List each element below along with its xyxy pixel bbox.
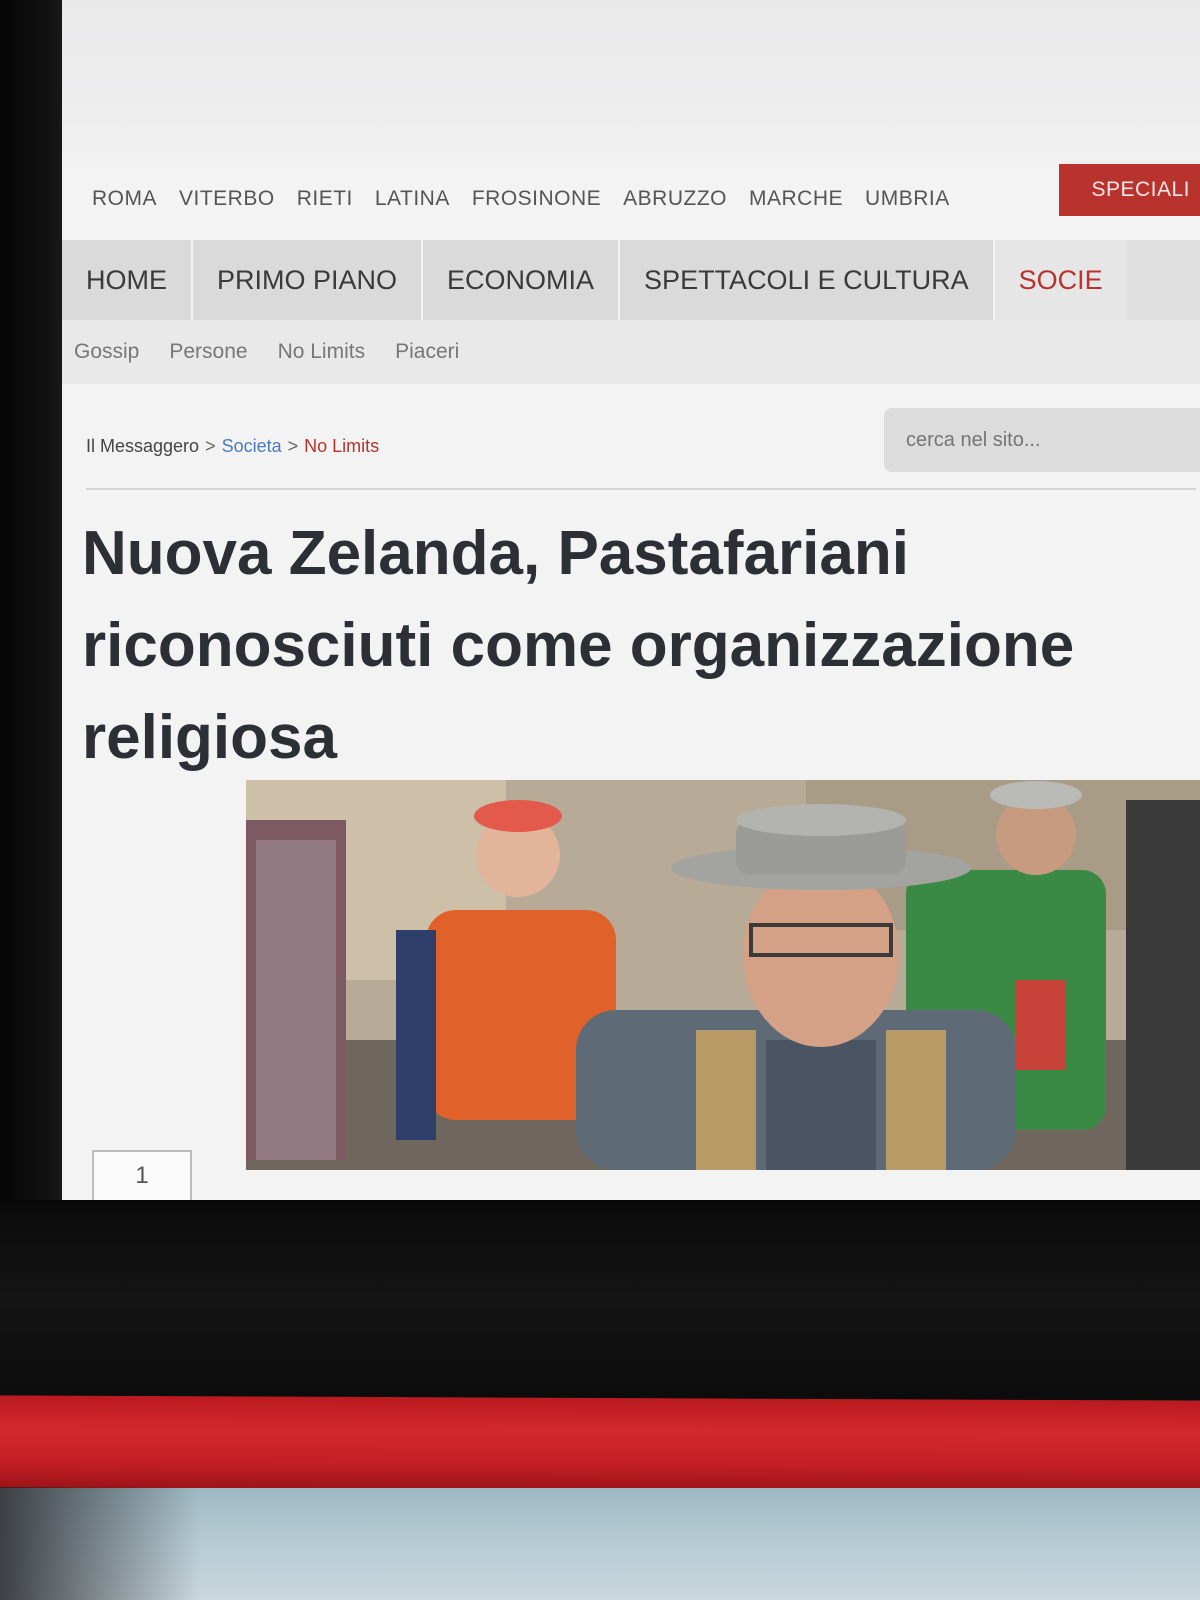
region-link-viterbo[interactable]: VITERBO [179,187,275,211]
subnav-piaceri[interactable]: Piaceri [395,340,459,364]
breadcrumb-separator: > [287,436,299,456]
region-link-roma[interactable]: ROMA [92,187,157,211]
subnav-gossip[interactable]: Gossip [74,340,139,364]
browser-viewport: ROMA VITERBO RIETI LATINA FROSINONE ABRU… [62,0,1200,1205]
divider [86,488,1196,490]
main-nav: HOME PRIMO PIANO ECONOMIA SPETTACOLI E C… [62,240,1200,320]
region-link-marche[interactable]: MARCHE [749,187,843,211]
article-photo[interactable] [246,780,1200,1170]
region-link-umbria[interactable]: UMBRIA [865,187,950,211]
breadcrumb-current[interactable]: No Limits [304,436,379,456]
speciali-button[interactable]: SPECIALI [1059,164,1200,216]
search-input[interactable] [884,408,1200,472]
subnav-persone[interactable]: Persone [169,340,247,364]
breadcrumb-section[interactable]: Societa [222,436,282,456]
breadcrumb-separator: > [205,436,216,456]
subnav-no-limits[interactable]: No Limits [278,340,366,364]
device-bezel-bottom [0,1200,1200,1400]
nav-societa[interactable]: SOCIE [994,240,1127,320]
page-top-blank [62,0,1200,165]
nav-primo-piano[interactable]: PRIMO PIANO [193,240,424,320]
region-link-abruzzo[interactable]: ABRUZZO [623,187,727,211]
device-red-frame [0,1395,1200,1493]
region-link-rieti[interactable]: RIETI [297,187,353,211]
nav-spettacoli-cultura[interactable]: SPETTACOLI E CULTURA [620,240,995,320]
gallery-page-indicator[interactable]: 1 [92,1150,192,1202]
region-link-frosinone[interactable]: FROSINONE [472,187,601,211]
nav-home[interactable]: HOME [62,240,193,320]
region-link-latina[interactable]: LATINA [375,187,450,211]
article-headline: Nuova Zelanda, Pastafariani riconosciuti… [82,519,1075,772]
desk-shadow [0,1488,200,1600]
region-nav: ROMA VITERBO RIETI LATINA FROSINONE ABRU… [62,164,1200,230]
nav-economia[interactable]: ECONOMIA [423,240,621,320]
article-photo-drawing [246,780,1200,1170]
breadcrumb: Il Messaggero > Societa > No Limits [86,436,379,457]
sub-nav: Gossip Persone No Limits Piaceri [62,320,1200,384]
breadcrumb-home[interactable]: Il Messaggero [86,436,199,456]
